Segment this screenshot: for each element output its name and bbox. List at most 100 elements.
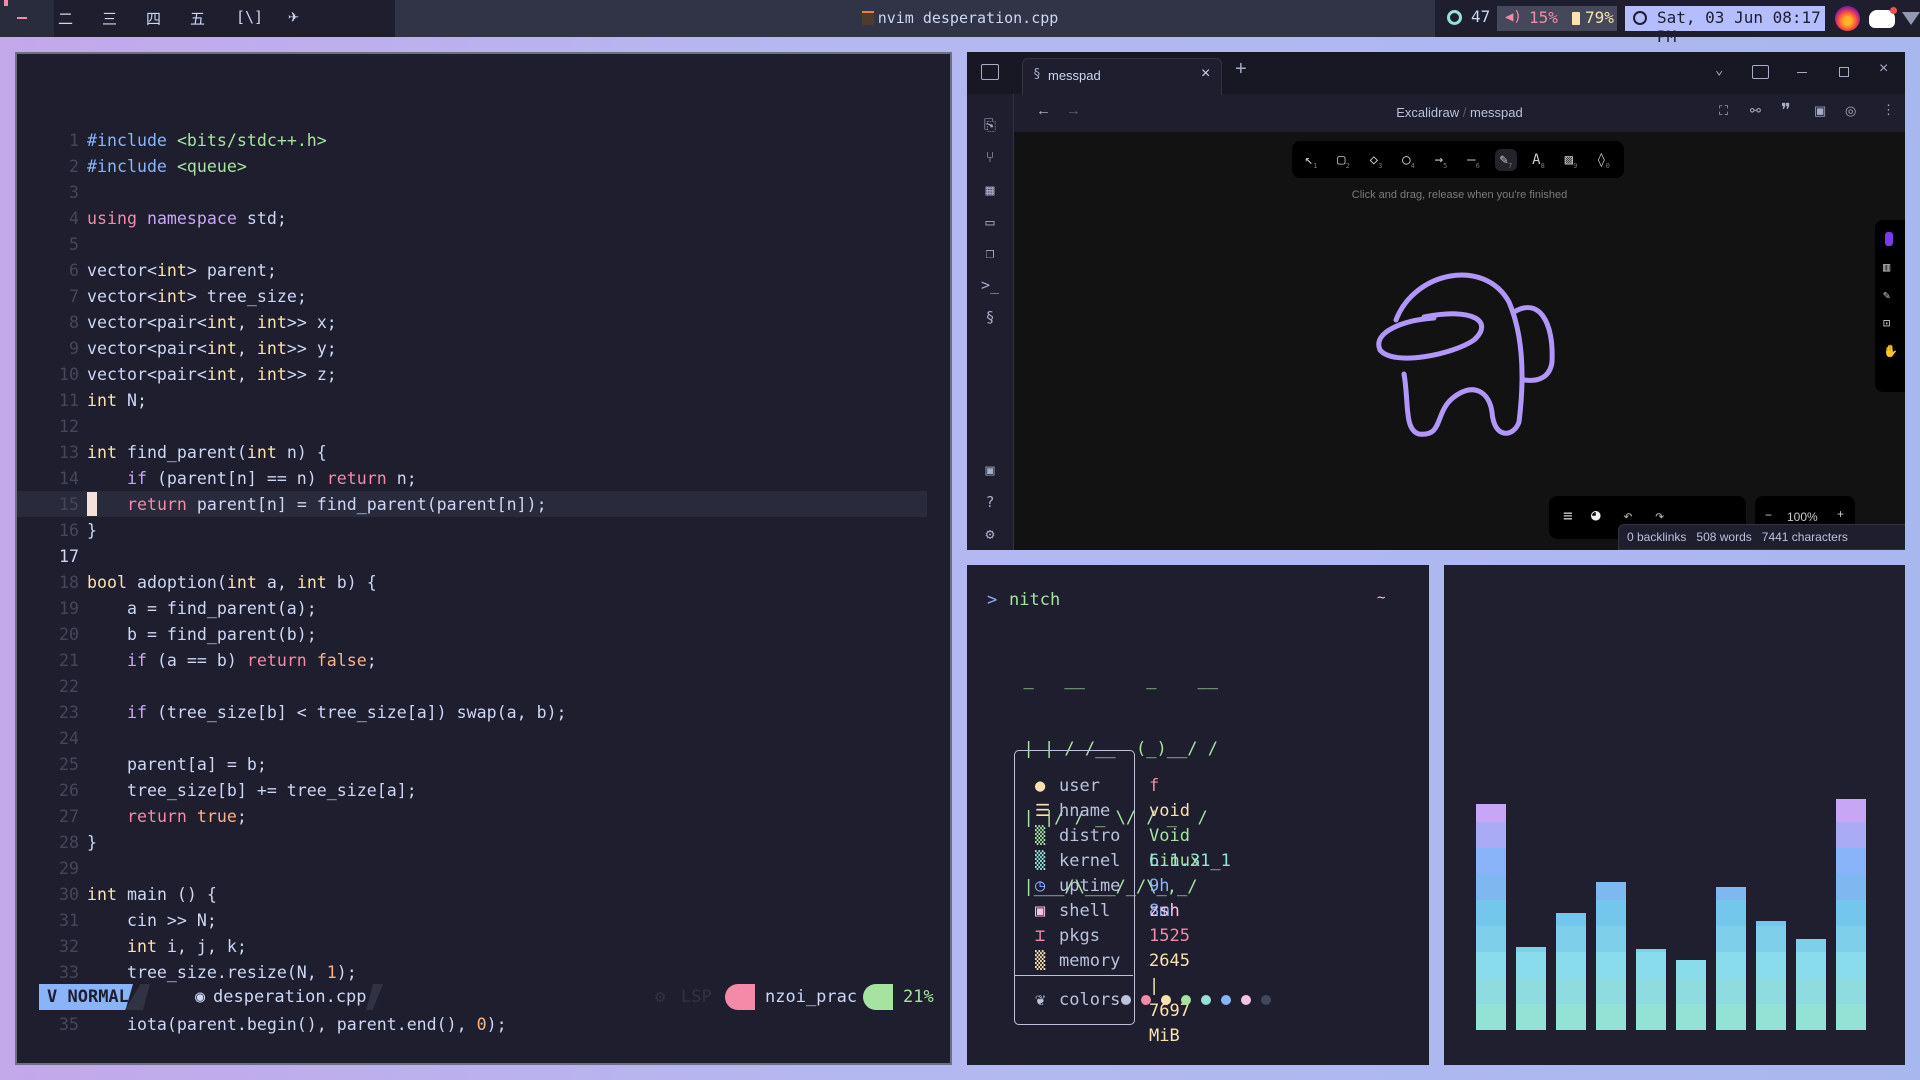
- code-line[interactable]: parent[a] = b;: [87, 752, 267, 778]
- save-icon[interactable]: ▣: [1814, 103, 1826, 119]
- calendar-icon[interactable]: ▭: [981, 213, 999, 231]
- fullscreen-icon[interactable]: ⛶: [1719, 103, 1728, 119]
- file-name[interactable]: desperation.cpp: [213, 984, 367, 1010]
- code-line[interactable]: #include <bits/stdc++.h>: [87, 128, 327, 154]
- breadcrumb-folder[interactable]: Excalidraw: [1396, 105, 1459, 120]
- bar-segment: [1556, 913, 1586, 926]
- zoom-in-button[interactable]: +: [1837, 507, 1844, 521]
- code-token: vector<: [87, 261, 157, 280]
- code-line[interactable]: }: [87, 518, 97, 544]
- code-line[interactable]: int main () {: [87, 882, 217, 908]
- code-line[interactable]: using namespace std;: [87, 206, 287, 232]
- excalidraw-canvas[interactable]: ↖1 ▢2 ◇3 ○4 →5 —6 ✎7 A8 ▨9 ◊0 Click and drag, rel…: [1014, 132, 1905, 550]
- bar-segment: [1476, 899, 1506, 926]
- undo-icon[interactable]: ↶: [1623, 506, 1633, 525]
- eraser-tool-icon[interactable]: ◊0: [1593, 149, 1615, 171]
- code-line[interactable]: if (parent[n] == n) return n;: [87, 466, 417, 492]
- canvas-icon[interactable]: ▦: [981, 181, 999, 199]
- code-token: a = find_parent(a);: [87, 599, 317, 618]
- help-icon[interactable]: ?: [981, 493, 999, 511]
- code-line[interactable]: tree_size[b] += tree_size[a];: [87, 778, 417, 804]
- search-file-icon[interactable]: ⎘: [981, 116, 999, 134]
- volume-value[interactable]: 15%: [1529, 8, 1558, 27]
- code-token: int: [87, 391, 117, 410]
- menu-icon[interactable]: ≡: [1563, 506, 1573, 525]
- code-line[interactable]: return true;: [87, 804, 247, 830]
- brightness-value[interactable]: 47: [1471, 7, 1490, 26]
- code-line[interactable]: int find_parent(int n) {: [87, 440, 327, 466]
- pencil-tool-icon[interactable]: ✎7: [1495, 149, 1517, 171]
- palette-icon[interactable]: ◕: [1591, 505, 1601, 524]
- code-line[interactable]: return parent[n] = find_parent(parent[n]…: [87, 492, 547, 518]
- zoom-level[interactable]: 100%: [1787, 510, 1818, 524]
- cwd: ~: [1377, 590, 1386, 606]
- unlock-icon[interactable]: ⊡: [1883, 316, 1890, 330]
- sidebar-toggle-icon[interactable]: [981, 64, 999, 80]
- pen-icon[interactable]: ✎: [1883, 288, 1890, 302]
- wifi-icon[interactable]: [1902, 12, 1920, 25]
- zoom-out-button[interactable]: −: [1765, 508, 1772, 522]
- clock-block[interactable]: Sat, 03 Jun 08:17 PM: [1625, 6, 1825, 46]
- code-line[interactable]: vector<int> tree_size;: [87, 284, 307, 310]
- new-tab-icon[interactable]: +: [1235, 58, 1247, 81]
- code-line[interactable]: vector<pair<int, int>> z;: [87, 362, 337, 388]
- nvim-window[interactable]: 1 #include <bits/stdc++.h> 2 #include <queu…: [15, 52, 952, 1065]
- copy-icon[interactable]: ❐: [981, 244, 999, 262]
- code-line[interactable]: cin >> N;: [87, 908, 217, 934]
- bar-segment: [1596, 977, 1626, 1004]
- code-line[interactable]: }: [87, 830, 97, 856]
- drawing-sketch[interactable]: [1374, 262, 1574, 442]
- right-sidebar-icon[interactable]: [1752, 65, 1769, 79]
- link-icon[interactable]: ⚯: [1750, 103, 1761, 119]
- code-line[interactable]: int N;: [87, 388, 147, 414]
- code-editor[interactable]: 1 #include <bits/stdc++.h> 2 #include <queu…: [17, 54, 947, 1034]
- code-line[interactable]: vector<pair<int, int>> y;: [87, 336, 337, 362]
- terminal-window[interactable]: > nitch ~ _ __ _ __ | | / /__ (_)__/ / |…: [967, 565, 1429, 1065]
- script-icon[interactable]: ◎: [1845, 103, 1856, 119]
- code-token: adoption(: [126, 573, 227, 592]
- code-line[interactable]: b = find_parent(b);: [87, 622, 317, 648]
- selection-tool-icon[interactable]: ↖1: [1300, 149, 1322, 171]
- code-line[interactable]: if (tree_size[b] < tree_size[a]) swap(a,…: [87, 700, 567, 726]
- close-tab-icon[interactable]: ×: [1201, 65, 1210, 83]
- code-line[interactable]: iota(parent.begin(), parent.end(), 0);: [87, 1012, 507, 1038]
- minimize-icon[interactable]: [1797, 72, 1807, 73]
- prompt-symbol: >: [987, 590, 998, 610]
- tab-messpad[interactable]: § messpad ×: [1022, 58, 1222, 95]
- code-line[interactable]: tree_size.resize(N, 1);: [87, 960, 357, 986]
- breadcrumb-file[interactable]: messpad: [1470, 105, 1523, 120]
- line-tool-icon[interactable]: —6: [1463, 149, 1485, 171]
- more-options-icon[interactable]: ⋮: [1882, 102, 1895, 118]
- hand-icon[interactable]: ✋: [1883, 344, 1898, 358]
- redo-icon[interactable]: ↷: [1655, 506, 1665, 525]
- image-tool-icon[interactable]: ▨9: [1560, 149, 1582, 171]
- diamond-tool-icon[interactable]: ◇3: [1365, 149, 1387, 171]
- obsidian-crystal-icon[interactable]: [1885, 232, 1893, 246]
- code-line[interactable]: bool adoption(int a, int b) {: [87, 570, 377, 596]
- ellipse-tool-icon[interactable]: ○4: [1398, 149, 1420, 171]
- code-line[interactable]: int i, j, k;: [87, 934, 247, 960]
- arrow-tool-icon[interactable]: →5: [1430, 149, 1452, 171]
- maximize-icon[interactable]: [1839, 67, 1849, 77]
- obsidian-window[interactable]: § messpad × + ⌄ × ⎘ ⑂ ▦ ▭ ❐ >_ § ▣ ? ⚙ ←…: [967, 52, 1905, 550]
- graph-icon[interactable]: ⑂: [981, 148, 999, 166]
- excalidraw-icon[interactable]: §: [981, 308, 999, 326]
- rectangle-tool-icon[interactable]: ▢2: [1333, 149, 1355, 171]
- code-token: int: [206, 365, 237, 384]
- quote-icon[interactable]: ❞: [1781, 100, 1791, 121]
- code-line[interactable]: if (a == b) return false;: [87, 648, 377, 674]
- code-line[interactable]: a = find_parent(a);: [87, 596, 317, 622]
- book-icon[interactable]: ▥: [1883, 260, 1890, 274]
- terminal-icon[interactable]: >_: [981, 276, 999, 294]
- text-tool-icon[interactable]: A8: [1528, 149, 1550, 171]
- excalidraw-toolbar: ↖1 ▢2 ◇3 ○4 →5 —6 ✎7 A8 ▨9 ◊0: [1292, 141, 1624, 178]
- tab-list-chevron-icon[interactable]: ⌄: [1715, 62, 1723, 78]
- code-line[interactable]: vector<pair<int, int>> x;: [87, 310, 337, 336]
- settings-icon[interactable]: ⚙: [981, 525, 999, 543]
- code-line[interactable]: vector<int> parent;: [87, 258, 277, 284]
- vault-icon[interactable]: ▣: [981, 461, 999, 479]
- firefox-icon[interactable]: [1835, 6, 1860, 31]
- backlinks-count[interactable]: 0 backlinks: [1627, 530, 1686, 544]
- close-window-icon[interactable]: ×: [1879, 60, 1888, 78]
- code-line[interactable]: #include <queue>: [87, 154, 247, 180]
